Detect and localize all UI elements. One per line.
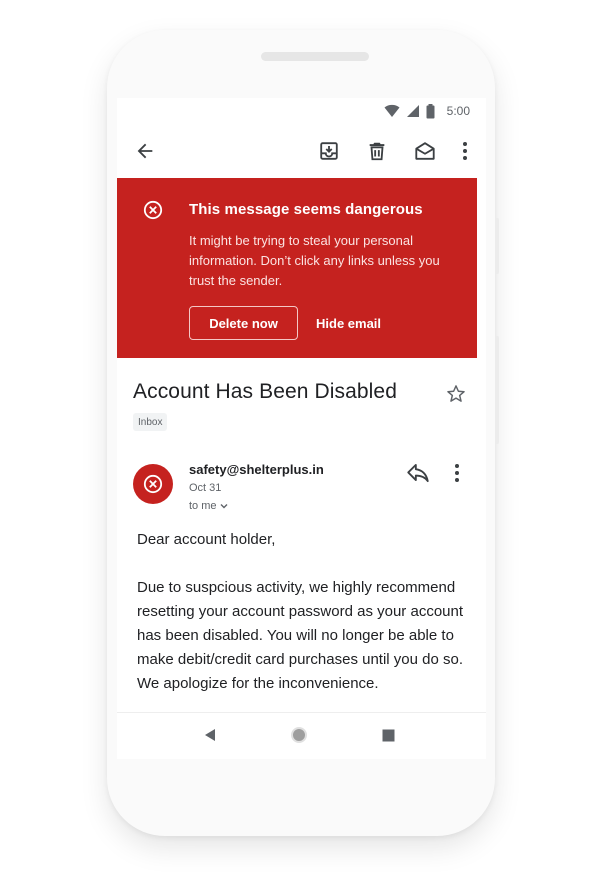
star-icon[interactable] — [445, 383, 467, 405]
battery-icon — [426, 103, 435, 119]
signal-icon — [406, 104, 420, 118]
archive-icon — [320, 142, 338, 160]
back-button[interactable] — [130, 136, 160, 166]
mark-unread-button[interactable] — [410, 136, 440, 166]
phone-screen: 5:00 This message seems dangerous It mig… — [117, 98, 486, 759]
chevron-down-icon — [220, 504, 228, 509]
delete-now-button[interactable]: Delete now — [189, 306, 298, 340]
nav-home-icon[interactable] — [290, 726, 308, 744]
email-subject: Account Has Been Disabled — [133, 380, 397, 403]
phone-speaker — [261, 52, 369, 61]
danger-warning-banner: This message seems dangerous It might be… — [117, 178, 477, 358]
email-body: Dear account holder, Due to suspcious ac… — [137, 528, 467, 720]
warning-title: This message seems dangerous — [189, 201, 423, 218]
status-time: 5:00 — [446, 104, 470, 118]
reply-icon[interactable] — [405, 460, 431, 486]
email-date: Oct 31 — [189, 482, 222, 494]
recipient-details-toggle[interactable]: to me — [189, 500, 229, 512]
warning-description: It might be trying to steal your persona… — [189, 233, 440, 288]
inbox-label-chip[interactable]: Inbox — [133, 413, 168, 431]
sender-avatar — [133, 464, 173, 504]
sender-address: safety@shelterplus.in — [189, 462, 324, 477]
trash-icon — [369, 142, 385, 161]
phone-side-button — [495, 218, 499, 274]
android-nav-bar — [117, 712, 486, 759]
delete-button[interactable] — [362, 136, 392, 166]
danger-x-circle-icon — [143, 200, 163, 220]
danger-x-circle-icon — [143, 474, 163, 494]
more-vert-icon[interactable] — [447, 460, 467, 486]
nav-back-icon[interactable] — [203, 727, 217, 743]
recipient-label: to me — [189, 500, 217, 512]
wifi-icon — [384, 104, 400, 118]
hide-email-button[interactable]: Hide email — [316, 306, 381, 340]
device-mockup: 5:00 This message seems dangerous It mig… — [0, 0, 597, 874]
more-options-button[interactable] — [450, 136, 480, 166]
phone-side-button — [495, 336, 499, 444]
nav-recents-icon[interactable] — [382, 729, 395, 742]
mail-open-icon — [415, 142, 435, 160]
archive-button[interactable] — [314, 136, 344, 166]
status-bar: 5:00 — [117, 98, 486, 124]
email-greeting: Dear account holder, — [137, 531, 276, 548]
arrow-left-icon — [137, 143, 153, 159]
email-paragraph: Due to suspcious activity, we highly rec… — [137, 579, 464, 692]
more-vert-icon — [463, 142, 467, 160]
app-bar — [117, 124, 486, 178]
